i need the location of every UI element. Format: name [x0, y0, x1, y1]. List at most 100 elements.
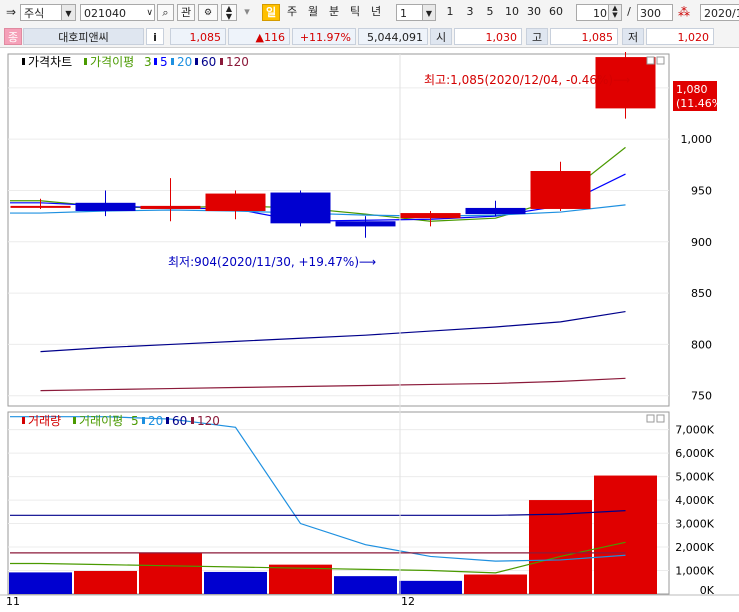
volume-y-tick-label: 6,000K [675, 447, 714, 460]
interval-select-value: 1 [400, 7, 407, 20]
legend-marker [142, 417, 145, 424]
stock-chart-svg[interactable]: 1,0501,000950900850800750 가격차트 가격이평 3 5 … [0, 48, 739, 609]
legend-volume: 거래량 [28, 414, 61, 428]
interval-30-button[interactable]: 30 [524, 4, 544, 21]
candle-body [10, 205, 71, 208]
interval-5-button[interactable]: 5 [482, 4, 498, 21]
price-y-tick-label: 900 [691, 236, 712, 249]
volume-panel: 7,000K 6,000K 5,000K 4,000K 3,000K 2,000K 1,00… [7, 411, 715, 597]
volume-y-tick-label: 5,000K [675, 471, 714, 484]
interval-1-button[interactable]: 1 [442, 4, 458, 21]
volume-bar [594, 475, 657, 594]
volume-bar [139, 552, 202, 594]
legend-ma3: 3 [144, 55, 152, 69]
count-separator: / [627, 5, 631, 18]
open-value: 1,030 [454, 28, 522, 45]
search-icon[interactable]: ⌕ [157, 4, 174, 21]
toolbar: ⇒ 주식 ▼ 021040 ∨ ⌕ 관 ⚙ ▲ ▼ ▾ 일 주 월 분 틱 년 1… [0, 0, 739, 27]
last-price-pct: (11.46%) [676, 97, 727, 110]
interval-60-button[interactable]: 60 [546, 4, 566, 21]
legend-ma60: 60 [201, 55, 216, 69]
info-button[interactable]: i [146, 28, 164, 45]
volume-bar [9, 572, 72, 594]
date-input[interactable]: 2020/1 [700, 4, 739, 21]
stepper-icon[interactable]: ▲ ▼ [221, 4, 237, 21]
grid-settings-icon[interactable]: ⁂ [675, 4, 693, 21]
legend-marker [22, 58, 25, 65]
volume-bar [204, 571, 267, 594]
volume-y-tick-label: 3,000K [675, 518, 714, 531]
period-month-tab[interactable]: 월 [304, 4, 322, 21]
trade-volume: 5,044,091 [358, 28, 428, 45]
interval-3-button[interactable]: 3 [462, 4, 478, 21]
close-icon[interactable] [656, 414, 665, 423]
price-change-pct: +11.97% [292, 28, 356, 45]
volume-bar [74, 570, 137, 594]
chevron-down-icon[interactable]: ▼ [422, 5, 435, 20]
market-select[interactable]: 주식 ▼ [20, 4, 76, 21]
link-icon[interactable]: ⇒ [3, 4, 19, 21]
period-year-tab[interactable]: 년 [367, 4, 385, 21]
candle-body [75, 202, 136, 212]
legend-ma20: 20 [177, 55, 192, 69]
price-panel-frame [7, 53, 670, 407]
price-change: ▲116 [228, 28, 290, 45]
candle-body [335, 221, 396, 227]
legend-price-ma: 가격이평 [90, 55, 134, 69]
volume-bar [334, 576, 397, 594]
period-week-tab[interactable]: 주 [283, 4, 301, 21]
chevron-down-icon[interactable]: ▼ [61, 5, 75, 20]
count-input[interactable]: 10 ▲ ▼ [576, 4, 622, 21]
candle-body [400, 213, 461, 219]
chevron-down-icon[interactable]: ▾ [240, 4, 254, 21]
legend-vma20: 20 [148, 414, 163, 428]
interval-10-button[interactable]: 10 [502, 4, 522, 21]
x-label-nov: 11 [6, 595, 20, 608]
x-label-dec: 12 [401, 595, 415, 608]
close-icon[interactable] [656, 56, 665, 65]
stock-name: 대호피앤씨 [23, 28, 144, 45]
volume-bar [464, 574, 527, 594]
legend-price-chart: 가격차트 [28, 55, 72, 69]
legend-ma5: 5 [160, 55, 168, 69]
quote-bar: 종 대호피앤씨 i 1,085 ▲116 +11.97% 5,044,091 시… [0, 26, 739, 48]
chevron-down-icon[interactable]: ∨ [146, 5, 153, 20]
current-price: 1,085 [170, 28, 226, 45]
interval-select[interactable]: 1 ▼ [396, 4, 436, 21]
stepper-icon[interactable]: ▲ ▼ [608, 5, 621, 20]
price-y-tick-label: 1,000 [681, 133, 713, 146]
low-label: 저 [622, 28, 644, 45]
candle-body [140, 205, 201, 209]
legend-marker [220, 58, 223, 65]
legend-marker [154, 58, 157, 65]
interest-button[interactable]: 관 [177, 4, 195, 21]
high-label: 고 [526, 28, 548, 45]
period-day-tab[interactable]: 일 [262, 4, 280, 21]
period-minute-tab[interactable]: 분 [325, 4, 343, 21]
legend-vma60: 60 [172, 414, 187, 428]
legend-marker [84, 58, 87, 65]
price-y-tick-label: 950 [691, 184, 712, 197]
chart-area[interactable]: 1,0501,000950900850800750 가격차트 가격이평 3 5 … [0, 48, 739, 609]
candle-body [530, 170, 591, 209]
price-y-tick-label: 750 [691, 390, 712, 403]
maximize-icon[interactable] [646, 56, 655, 65]
high-annotation: 최고:1,085(2020/12/04, -0.46%)⟶ [424, 73, 630, 87]
period-tick-tab[interactable]: 틱 [346, 4, 364, 21]
code-input-value: 021040 [84, 7, 126, 20]
code-input[interactable]: 021040 ∨ [80, 4, 155, 21]
volume-y-tick-label: 2,000K [675, 541, 714, 554]
low-annotation: 최저:904(2020/11/30, +19.47%)⟶ [168, 255, 376, 269]
legend-vma5: 5 [131, 414, 139, 428]
legend-volume-ma: 거래이평 [79, 414, 123, 428]
legend-vma120: 120 [197, 414, 220, 428]
legend-marker [73, 417, 76, 424]
count-input-value: 10 [593, 7, 607, 20]
price-y-tick-label: 850 [691, 287, 712, 300]
legend-marker [191, 417, 194, 424]
legend-marker [166, 417, 169, 424]
settings-icon[interactable]: ⚙ [198, 4, 218, 21]
total-count-input[interactable]: 300 [637, 4, 673, 21]
volume-y-tick-label: 7,000K [675, 424, 714, 437]
maximize-icon[interactable] [646, 414, 655, 423]
